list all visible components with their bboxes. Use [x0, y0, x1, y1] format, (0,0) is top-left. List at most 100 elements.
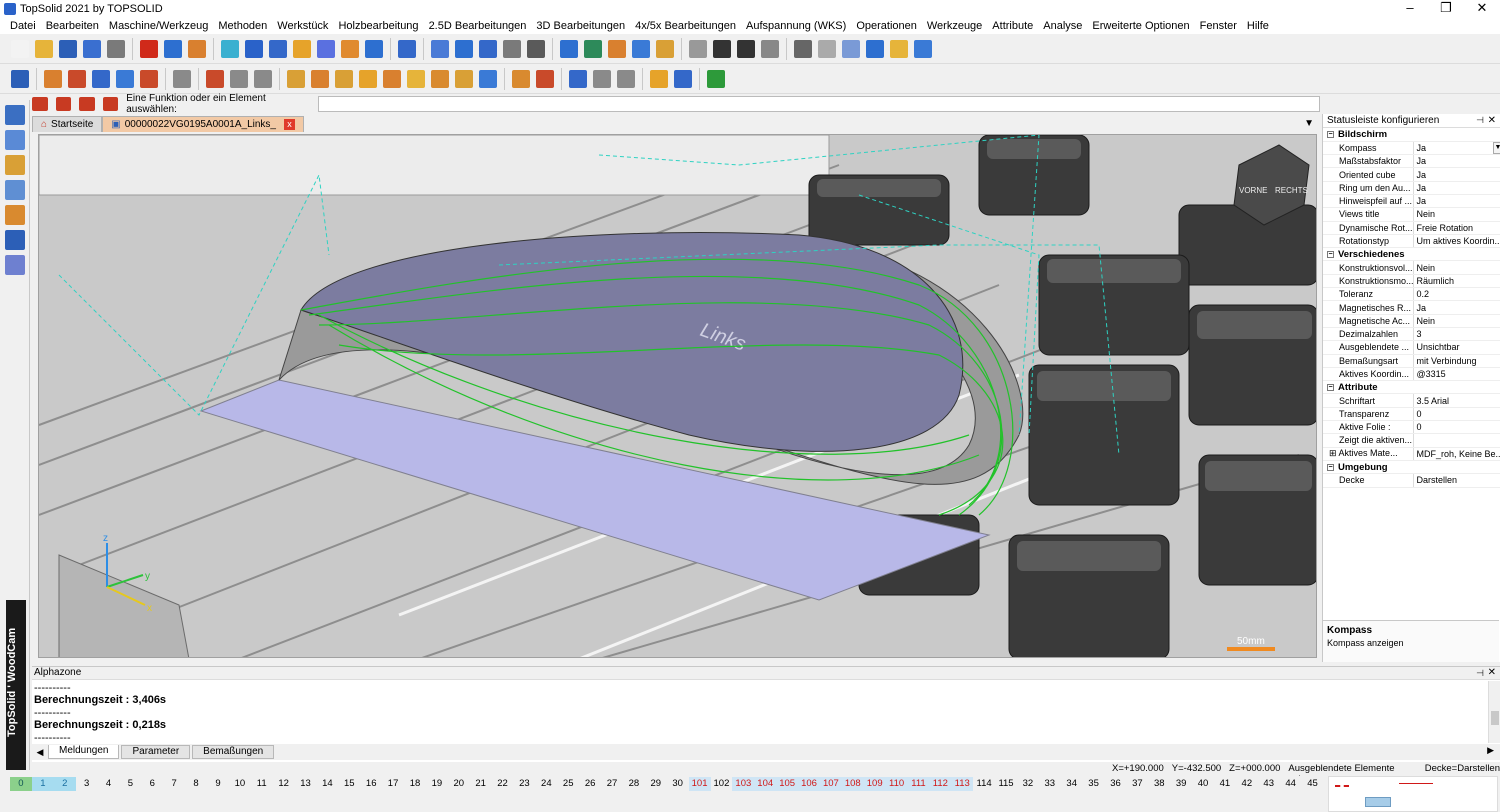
property-row[interactable]: Magnetische Ac... Nein — [1323, 314, 1500, 328]
layer-41[interactable]: 41 — [1214, 777, 1236, 791]
property-value[interactable]: 3 — [1417, 329, 1422, 339]
layer-7[interactable]: 7 — [163, 777, 185, 791]
cam-tool-icon-19[interactable] — [512, 69, 530, 88]
main-tool-icon-0[interactable] — [11, 39, 29, 58]
property-row[interactable]: Kompass Ja ▼ — [1323, 141, 1500, 156]
layer-36[interactable]: 36 — [1105, 777, 1127, 791]
property-value[interactable]: Ja — [1417, 183, 1427, 193]
layer-42[interactable]: 42 — [1236, 777, 1258, 791]
dropdown-icon[interactable]: ▼ — [1493, 141, 1500, 154]
line-style-preview[interactable] — [1328, 776, 1498, 812]
cam-tool-icon-5[interactable] — [140, 69, 158, 88]
property-row[interactable]: Aktives Koordin... @3315 — [1323, 367, 1500, 382]
layer-107[interactable]: 107 — [819, 777, 842, 791]
property-row[interactable]: Konstruktionsvol... Nein — [1323, 260, 1500, 275]
collapse-icon[interactable]: − — [1327, 463, 1334, 471]
layer-40[interactable]: 40 — [1192, 777, 1214, 791]
cam-tool-icon-18[interactable] — [479, 69, 497, 88]
cam-tool-icon-26[interactable] — [707, 69, 725, 88]
main-tool-icon-15[interactable] — [398, 39, 416, 58]
layer-14[interactable]: 14 — [316, 777, 338, 791]
property-row[interactable]: Aktive Folie : 0 — [1323, 420, 1500, 435]
layer-13[interactable]: 13 — [295, 777, 317, 791]
collapse-icon[interactable]: − — [1327, 250, 1334, 258]
layer-30[interactable]: 30 — [667, 777, 689, 791]
layer-23[interactable]: 23 — [513, 777, 535, 791]
property-row[interactable]: Oriented cube Ja — [1323, 167, 1500, 182]
expand-icon[interactable]: ⊞ — [1329, 448, 1339, 458]
main-tool-icon-5[interactable] — [140, 39, 158, 58]
main-tool-icon-25[interactable] — [656, 39, 674, 58]
operation-icon[interactable] — [5, 155, 25, 175]
property-value[interactable]: mit Verbindung — [1417, 356, 1477, 366]
main-tool-icon-20[interactable] — [527, 39, 545, 58]
cam-tool-icon-6[interactable] — [173, 69, 191, 88]
menu-item-0[interactable]: Datei — [10, 20, 36, 32]
hidden-elements-status[interactable]: Ausgeblendete Elemente zeigen = aus — [1288, 763, 1416, 785]
property-row[interactable]: Konstruktionsmo... Räumlich — [1323, 274, 1500, 289]
menu-item-14[interactable]: Erweiterte Optionen — [1092, 20, 1189, 32]
main-tool-icon-17[interactable] — [455, 39, 473, 58]
property-row[interactable]: Schriftart 3.5 Arial — [1323, 393, 1500, 408]
property-value[interactable]: Nein — [1417, 209, 1436, 219]
cam-tool-icon-23[interactable] — [617, 69, 635, 88]
layer-110[interactable]: 110 — [885, 777, 908, 791]
property-category[interactable]: − Bildschirm — [1323, 128, 1500, 142]
tab-bemaßungen[interactable]: Bemaßungen — [192, 745, 275, 759]
layer-33[interactable]: 33 — [1039, 777, 1061, 791]
main-tool-icon-23[interactable] — [608, 39, 626, 58]
main-tool-icon-19[interactable] — [503, 39, 521, 58]
menu-item-9[interactable]: Aufspannung (WKS) — [746, 20, 846, 32]
property-value[interactable]: Ja — [1417, 196, 1427, 206]
property-category[interactable]: − Verschiedenes — [1323, 247, 1500, 262]
cam-tool-icon-1[interactable] — [44, 69, 62, 88]
command-icon-1[interactable] — [32, 97, 48, 111]
layer-27[interactable]: 27 — [601, 777, 623, 791]
tab-scroll-right-icon[interactable]: ▶ — [1487, 745, 1494, 756]
layer-2[interactable]: 2 — [53, 777, 76, 791]
main-tool-icon-8[interactable] — [221, 39, 239, 58]
menu-item-1[interactable]: Bearbeiten — [46, 20, 99, 32]
layer-32[interactable]: 32 — [1017, 777, 1039, 791]
layer-3[interactable]: 3 — [76, 777, 98, 791]
menu-item-3[interactable]: Methoden — [218, 20, 267, 32]
main-tool-icon-18[interactable] — [479, 39, 497, 58]
layer-15[interactable]: 15 — [338, 777, 360, 791]
cam-tool-icon-24[interactable] — [650, 69, 668, 88]
layer-21[interactable]: 21 — [470, 777, 492, 791]
main-tool-icon-35[interactable] — [914, 39, 932, 58]
property-value[interactable]: 3.5 Arial — [1417, 396, 1450, 406]
layer-101[interactable]: 101 — [688, 777, 711, 791]
layer-115[interactable]: 115 — [995, 777, 1017, 791]
maximize-icon[interactable]: ❐ — [1428, 0, 1464, 18]
main-tool-icon-14[interactable] — [365, 39, 383, 58]
cam-tool-icon-20[interactable] — [536, 69, 554, 88]
cam-tool-icon-0[interactable] — [11, 69, 29, 88]
layer-38[interactable]: 38 — [1148, 777, 1170, 791]
layer-22[interactable]: 22 — [492, 777, 514, 791]
layer-26[interactable]: 26 — [579, 777, 601, 791]
layer-112[interactable]: 112 — [929, 777, 952, 791]
layer-111[interactable]: 111 — [907, 777, 930, 791]
layer-6[interactable]: 6 — [141, 777, 163, 791]
layer-4[interactable]: 4 — [98, 777, 120, 791]
main-tool-icon-2[interactable] — [59, 39, 77, 58]
cam-tool-icon-3[interactable] — [92, 69, 110, 88]
3d-viewport[interactable]: VORNE RECHTS Links z y x 50mm — [38, 134, 1317, 658]
main-tool-icon-28[interactable] — [737, 39, 755, 58]
menu-item-2[interactable]: Maschine/Werkzeug — [109, 20, 208, 32]
layer-105[interactable]: 105 — [776, 777, 799, 791]
layer-5[interactable]: 5 — [119, 777, 141, 791]
command-icon-2[interactable] — [55, 97, 72, 111]
layer-45[interactable]: 45 — [1302, 777, 1324, 791]
cam-tool-icon-2[interactable] — [68, 69, 86, 88]
property-category[interactable]: − Attribute — [1323, 380, 1500, 395]
main-tool-icon-11[interactable] — [293, 39, 311, 58]
cam-tool-icon-15[interactable] — [407, 69, 425, 88]
main-tool-icon-3[interactable] — [83, 39, 101, 58]
property-row[interactable]: Dynamische Rot... Freie Rotation — [1323, 221, 1500, 235]
layer-16[interactable]: 16 — [360, 777, 382, 791]
cam-tool-icon-16[interactable] — [431, 69, 449, 88]
cam-tool-icon-22[interactable] — [593, 69, 611, 88]
property-value[interactable]: Freie Rotation — [1417, 223, 1474, 233]
